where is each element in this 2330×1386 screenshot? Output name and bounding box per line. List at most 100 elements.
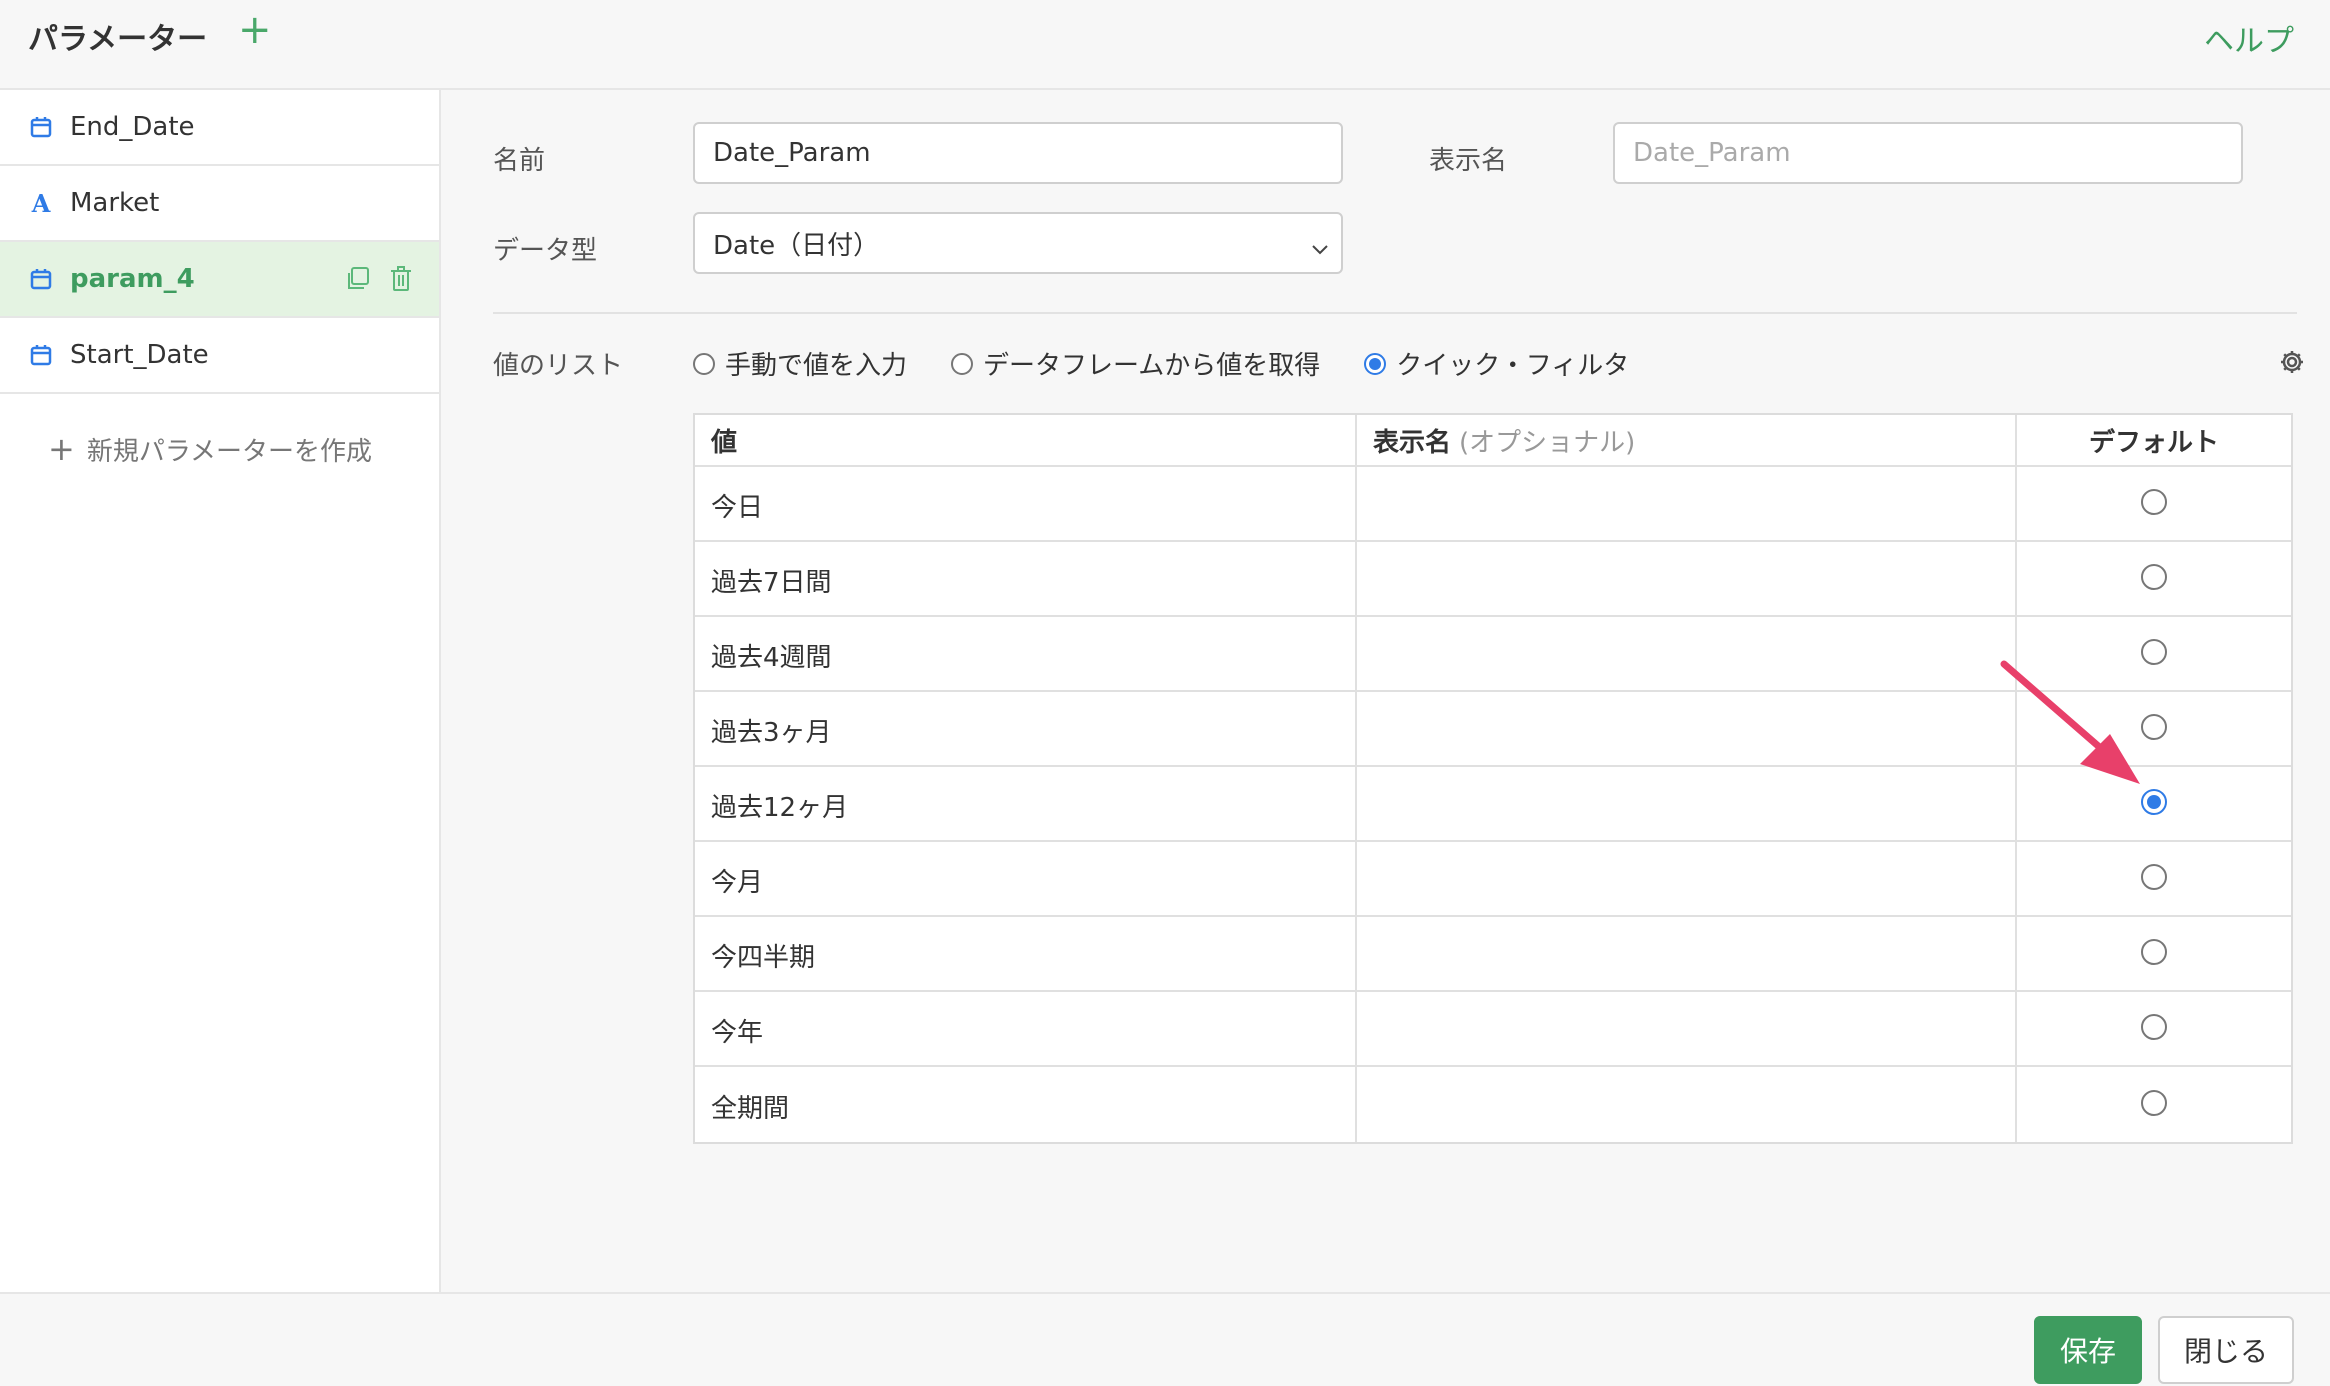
- value-cell: 全期間: [711, 1094, 790, 1124]
- sidebar-item-label: End_Date: [70, 112, 195, 142]
- default-radio[interactable]: [2141, 1089, 2167, 1116]
- default-cell: [2015, 617, 2291, 690]
- display-name-cell[interactable]: [1355, 617, 2015, 690]
- value-cell: 今四半期: [711, 943, 816, 973]
- calendar-icon: [28, 342, 54, 368]
- table-row: 全期間: [695, 1067, 2291, 1142]
- option-from-dataframe[interactable]: データフレームから値を取得: [951, 345, 1320, 382]
- value-list-label: 値のリスト: [493, 351, 624, 381]
- trash-icon[interactable]: [389, 266, 413, 296]
- duplicate-icon[interactable]: [345, 266, 371, 296]
- sidebar-item-end-date[interactable]: End_Date: [0, 90, 439, 166]
- divider: [493, 312, 2297, 314]
- table-header-row: 値 表示名 (オプショナル) デフォルト: [695, 415, 2291, 467]
- sidebar-item-market[interactable]: A Market: [0, 166, 439, 242]
- svg-text:A: A: [31, 191, 51, 215]
- display-name-cell[interactable]: [1355, 917, 2015, 990]
- column-header-value: 値: [711, 427, 738, 458]
- display-name-cell[interactable]: [1355, 767, 2015, 840]
- sidebar-item-label: Start_Date: [70, 340, 209, 370]
- radio-button[interactable]: [951, 352, 974, 375]
- header-bar: パラメーター + ヘルプ: [0, 0, 2330, 90]
- new-parameter-label: 新規パラメーターを作成: [86, 436, 373, 467]
- chevron-down-icon: [1311, 234, 1329, 264]
- close-button[interactable]: 閉じる: [2158, 1316, 2294, 1384]
- default-radio[interactable]: [2141, 938, 2167, 965]
- table-row: 今日: [695, 467, 2291, 542]
- table-row: 今四半期: [695, 917, 2291, 992]
- default-radio[interactable]: [2141, 713, 2167, 740]
- name-label: 名前: [493, 146, 546, 176]
- option-label: データフレームから値を取得: [983, 351, 1321, 381]
- display-name-input[interactable]: Date_Param: [1613, 122, 2243, 184]
- add-parameter-icon[interactable]: +: [238, 10, 272, 50]
- default-cell: [2015, 992, 2291, 1065]
- default-cell: [2015, 542, 2291, 615]
- option-manual-input[interactable]: 手動で値を入力: [693, 345, 907, 382]
- name-input-value: Date_Param: [713, 138, 871, 168]
- display-name-placeholder: Date_Param: [1633, 138, 1791, 168]
- column-header-display-label: 表示名: [1373, 427, 1452, 458]
- table-row: 過去7日間: [695, 542, 2291, 617]
- default-cell: [2015, 842, 2291, 915]
- sidebar-item-label: param_4: [70, 264, 195, 294]
- default-radio[interactable]: [2141, 863, 2167, 890]
- sidebar-item-actions: [345, 266, 413, 296]
- display-name-cell[interactable]: [1355, 467, 2015, 540]
- sidebar-item-start-date[interactable]: Start_Date: [0, 318, 439, 394]
- footer-bar: 保存 閉じる: [0, 1292, 2330, 1386]
- parameter-sidebar: End_Date A Market param_4 Start_Date + 新…: [0, 90, 441, 1292]
- name-input[interactable]: Date_Param: [693, 122, 1343, 184]
- radio-button[interactable]: [693, 352, 715, 375]
- column-header-display-name: 表示名 (オプショナル): [1355, 415, 2015, 465]
- gear-icon[interactable]: [2278, 348, 2306, 380]
- option-quick-filter[interactable]: クイック・フィルタ: [1364, 345, 1629, 382]
- table-row: 今月: [695, 842, 2291, 917]
- default-cell: [2015, 917, 2291, 990]
- value-cell: 今日: [711, 493, 764, 523]
- option-label: クイック・フィルタ: [1396, 351, 1630, 381]
- text-icon: A: [28, 190, 54, 216]
- value-cell: 過去3ヶ月: [711, 718, 832, 748]
- page-title: パラメーター: [28, 22, 208, 57]
- data-type-label: データ型: [493, 236, 598, 266]
- optional-hint: (オプショナル): [1459, 427, 1636, 458]
- value-cell: 過去7日間: [711, 568, 832, 598]
- calendar-icon: [28, 114, 54, 140]
- display-name-cell[interactable]: [1355, 692, 2015, 765]
- display-name-cell[interactable]: [1355, 1067, 2015, 1142]
- default-radio[interactable]: [2141, 488, 2167, 515]
- new-parameter-button[interactable]: + 新規パラメーターを作成: [48, 430, 372, 468]
- default-radio[interactable]: [2141, 638, 2167, 665]
- value-cell: 今月: [711, 868, 764, 898]
- column-header-default: デフォルト: [2015, 415, 2291, 465]
- display-name-cell[interactable]: [1355, 842, 2015, 915]
- default-radio[interactable]: [2141, 563, 2167, 590]
- help-link[interactable]: ヘルプ: [2204, 16, 2294, 60]
- default-cell: [2015, 767, 2291, 840]
- value-cell: 過去12ヶ月: [711, 793, 849, 823]
- default-radio-selected[interactable]: [2141, 788, 2167, 815]
- save-button[interactable]: 保存: [2034, 1316, 2142, 1384]
- value-cell: 過去4週間: [711, 643, 832, 673]
- option-label: 手動で値を入力: [725, 351, 908, 381]
- sidebar-item-param-4[interactable]: param_4: [0, 242, 439, 318]
- value-list-source-group: 手動で値を入力 データフレームから値を取得 クイック・フィルタ: [693, 345, 1673, 382]
- default-cell: [2015, 1067, 2291, 1142]
- plus-icon: +: [48, 430, 75, 468]
- default-cell: [2015, 692, 2291, 765]
- table-row: 過去4週間: [695, 617, 2291, 692]
- sidebar-item-label: Market: [70, 188, 160, 218]
- display-name-cell[interactable]: [1355, 992, 2015, 1065]
- default-radio[interactable]: [2141, 1013, 2167, 1040]
- table-row: 過去3ヶ月: [695, 692, 2291, 767]
- default-cell: [2015, 467, 2291, 540]
- parameter-editor: 名前 Date_Param 表示名 Date_Param データ型 Date（日…: [441, 90, 2330, 1292]
- radio-button-selected[interactable]: [1364, 352, 1387, 375]
- data-type-select[interactable]: Date（日付）: [693, 212, 1343, 274]
- value-cell: 今年: [711, 1018, 764, 1048]
- data-type-value: Date（日付）: [713, 230, 880, 261]
- display-name-label: 表示名: [1429, 146, 1508, 176]
- display-name-cell[interactable]: [1355, 542, 2015, 615]
- table-row: 過去12ヶ月: [695, 767, 2291, 842]
